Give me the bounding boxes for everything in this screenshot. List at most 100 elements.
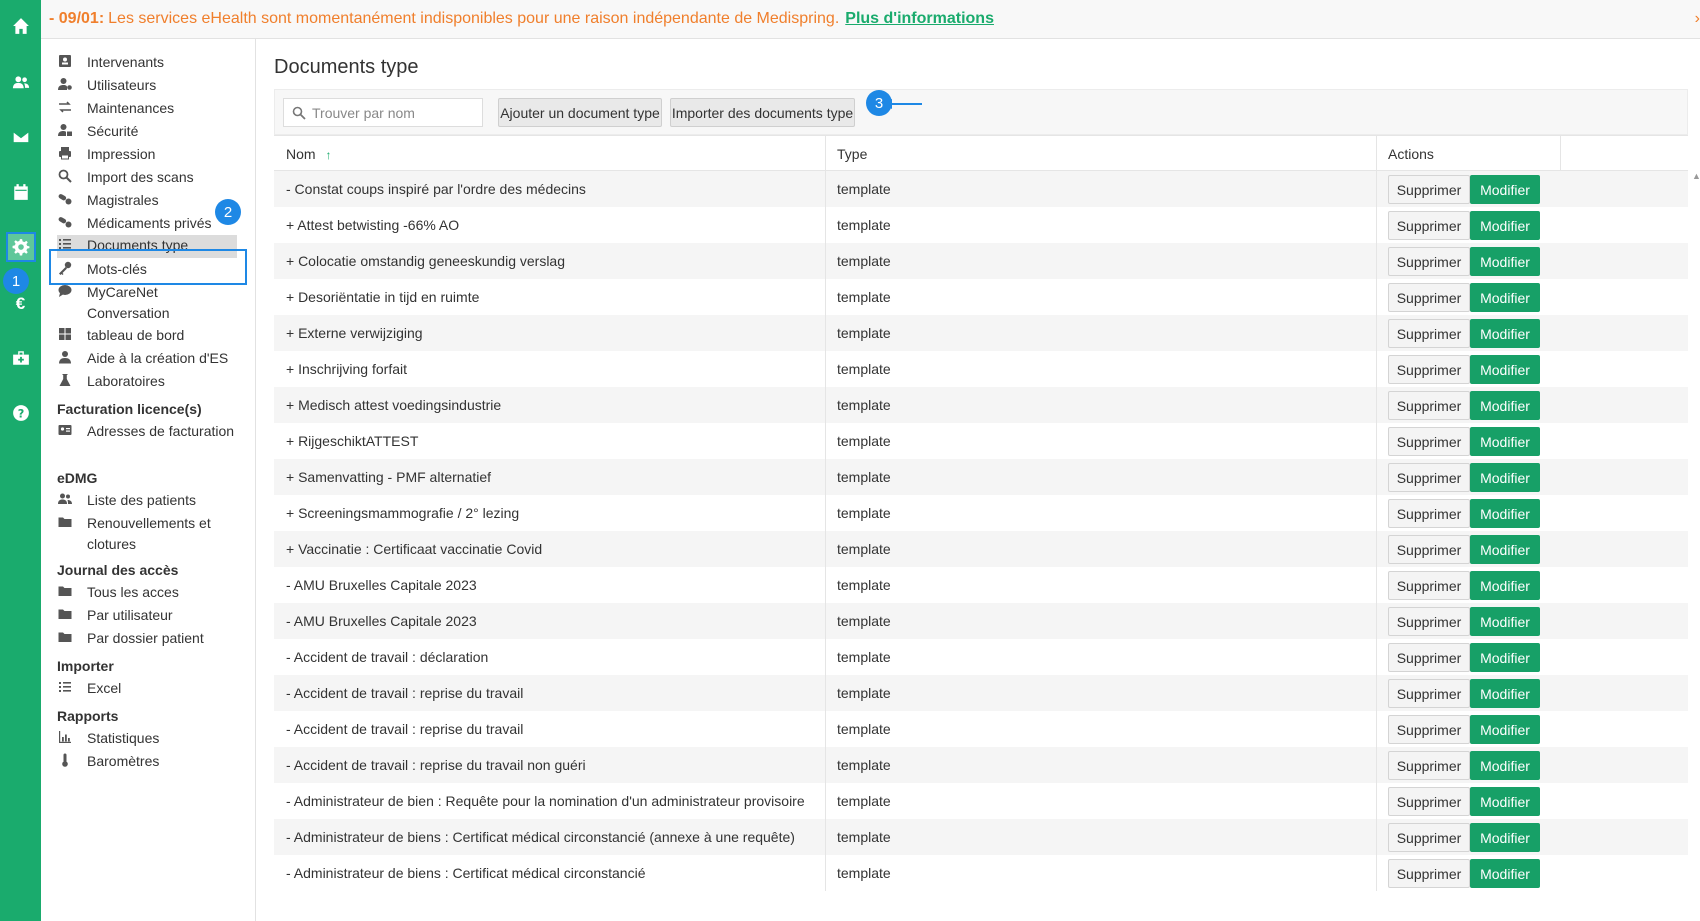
sidebar-item-renouvellements[interactable]: Renouvellements et clotures xyxy=(57,513,237,555)
column-divider xyxy=(1376,136,1377,170)
delete-button[interactable]: Supprimer xyxy=(1388,355,1470,384)
edit-button[interactable]: Modifier xyxy=(1470,463,1540,492)
edit-button[interactable]: Modifier xyxy=(1470,715,1540,744)
sidebar-item-mycarenet[interactable]: MyCareNet Conversation xyxy=(57,282,237,324)
id-card-icon xyxy=(57,54,73,68)
delete-button[interactable]: Supprimer xyxy=(1388,499,1470,528)
delete-button[interactable]: Supprimer xyxy=(1388,427,1470,456)
table-scrollbar[interactable]: ▲ xyxy=(1688,171,1700,896)
edit-button[interactable]: Modifier xyxy=(1470,427,1540,456)
table-row: - Accident de travail : déclaration templ… xyxy=(274,639,1688,675)
svg-text:?: ? xyxy=(17,408,24,421)
row-type: template xyxy=(837,865,891,881)
edit-button[interactable]: Modifier xyxy=(1470,247,1540,276)
delete-button[interactable]: Supprimer xyxy=(1388,175,1470,204)
sidebar-item-label: Liste des patients xyxy=(87,492,196,508)
delete-button[interactable]: Supprimer xyxy=(1388,391,1470,420)
column-header-name-label: Nom xyxy=(286,146,316,162)
sidebar-item-medicaments-prives[interactable]: Médicaments privés xyxy=(57,213,237,234)
sidebar-item-par-dossier[interactable]: Par dossier patient xyxy=(57,628,237,649)
column-divider xyxy=(825,675,826,711)
delete-button[interactable]: Supprimer xyxy=(1388,859,1470,888)
edit-button[interactable]: Modifier xyxy=(1470,643,1540,672)
edit-button[interactable]: Modifier xyxy=(1470,319,1540,348)
scroll-up-icon[interactable]: ▲ xyxy=(1692,171,1700,181)
delete-button[interactable]: Supprimer xyxy=(1388,607,1470,636)
sidebar-item-magistrales[interactable]: Magistrales xyxy=(57,190,237,211)
delete-button[interactable]: Supprimer xyxy=(1388,571,1470,600)
column-header-name[interactable]: Nom ↑ xyxy=(286,146,331,162)
row-name: + Vaccinatie : Certificaat vaccinatie Co… xyxy=(286,541,543,557)
edit-button[interactable]: Modifier xyxy=(1470,499,1540,528)
sidebar-item-laboratoires[interactable]: Laboratoires xyxy=(57,371,237,392)
more-info-link[interactable]: Plus d'informations xyxy=(845,10,994,28)
sidebar-item-statistiques[interactable]: Statistiques xyxy=(57,728,237,749)
row-name: - Administrateur de biens : Certificat m… xyxy=(286,865,646,881)
edit-button[interactable]: Modifier xyxy=(1470,571,1540,600)
users-icon[interactable] xyxy=(0,68,41,96)
row-type: template xyxy=(837,217,891,233)
sidebar-item-securite[interactable]: Sécurité xyxy=(57,121,237,142)
sidebar-item-adresses-facturation[interactable]: Adresses de facturation xyxy=(57,421,237,442)
delete-button[interactable]: Supprimer xyxy=(1388,751,1470,780)
sidebar-item-tous-acces[interactable]: Tous les acces xyxy=(57,582,237,603)
row-name: - Constat coups inspiré par l'ordre des … xyxy=(286,181,586,197)
column-header-type[interactable]: Type xyxy=(837,146,867,162)
delete-button[interactable]: Supprimer xyxy=(1388,319,1470,348)
calendar-icon[interactable] xyxy=(0,178,41,206)
sidebar-item-par-utilisateur[interactable]: Par utilisateur xyxy=(57,605,237,626)
home-icon[interactable] xyxy=(0,12,41,40)
delete-button[interactable]: Supprimer xyxy=(1388,643,1470,672)
row-type: template xyxy=(837,181,891,197)
delete-button[interactable]: Supprimer xyxy=(1388,211,1470,240)
sidebar-item-impression[interactable]: Impression xyxy=(57,144,237,165)
sidebar-item-barometres[interactable]: Baromètres xyxy=(57,751,237,772)
column-divider xyxy=(825,783,826,819)
mail-icon[interactable] xyxy=(0,123,41,151)
edit-button[interactable]: Modifier xyxy=(1470,607,1540,636)
delete-button[interactable]: Supprimer xyxy=(1388,247,1470,276)
row-name: + Medisch attest voedingsindustrie xyxy=(286,397,502,413)
delete-button[interactable]: Supprimer xyxy=(1388,715,1470,744)
search-input[interactable]: Trouver par nom xyxy=(283,98,483,127)
edit-button[interactable]: Modifier xyxy=(1470,175,1540,204)
sidebar-item-aide-creation[interactable]: Aide à la création d'ES xyxy=(57,348,237,369)
delete-button[interactable]: Supprimer xyxy=(1388,535,1470,564)
sidebar-item-maintenances[interactable]: Maintenances xyxy=(57,98,237,119)
sidebar-item-label: Excel xyxy=(87,680,122,696)
sidebar-item-import-scans[interactable]: Import des scans xyxy=(57,167,237,188)
sidebar-item-intervenants[interactable]: Intervenants xyxy=(57,52,237,73)
gear-icon[interactable] xyxy=(6,232,36,262)
row-name: - Accident de travail : déclaration xyxy=(286,649,489,665)
table-row: - AMU Bruxelles Capitale 2023 template Sup… xyxy=(274,603,1688,639)
delete-button[interactable]: Supprimer xyxy=(1388,787,1470,816)
edit-button[interactable]: Modifier xyxy=(1470,859,1540,888)
euro-icon[interactable]: € xyxy=(0,290,41,318)
banner-close-icon[interactable]: › xyxy=(1695,10,1700,28)
delete-button[interactable]: Supprimer xyxy=(1388,823,1470,852)
toolbar: Trouver par nom Ajouter un document type… xyxy=(274,89,1688,135)
edit-button[interactable]: Modifier xyxy=(1470,823,1540,852)
help-icon[interactable]: ? xyxy=(0,399,41,427)
delete-button[interactable]: Supprimer xyxy=(1388,679,1470,708)
sidebar-item-tableau-de-bord[interactable]: tableau de bord xyxy=(57,325,237,346)
edit-button[interactable]: Modifier xyxy=(1470,535,1540,564)
edit-button[interactable]: Modifier xyxy=(1470,211,1540,240)
edit-button[interactable]: Modifier xyxy=(1470,679,1540,708)
edit-button[interactable]: Modifier xyxy=(1470,787,1540,816)
add-document-type-button[interactable]: Ajouter un document type xyxy=(498,98,662,127)
sidebar-item-liste-patients[interactable]: Liste des patients xyxy=(57,490,237,511)
import-documents-type-button[interactable]: Importer des documents type xyxy=(670,98,855,127)
sidebar-item-label: Sécurité xyxy=(87,123,139,139)
edit-button[interactable]: Modifier xyxy=(1470,355,1540,384)
sidebar-item-utilisateurs[interactable]: Utilisateurs xyxy=(57,75,237,96)
edit-button[interactable]: Modifier xyxy=(1470,751,1540,780)
delete-button[interactable]: Supprimer xyxy=(1388,463,1470,492)
sidebar-item-excel[interactable]: Excel xyxy=(57,678,237,699)
delete-button[interactable]: Supprimer xyxy=(1388,283,1470,312)
edit-button[interactable]: Modifier xyxy=(1470,283,1540,312)
table-row: - Administrateur de bien : Requête pour … xyxy=(274,783,1688,819)
column-divider xyxy=(825,387,826,423)
medkit-icon[interactable] xyxy=(0,344,41,372)
edit-button[interactable]: Modifier xyxy=(1470,391,1540,420)
